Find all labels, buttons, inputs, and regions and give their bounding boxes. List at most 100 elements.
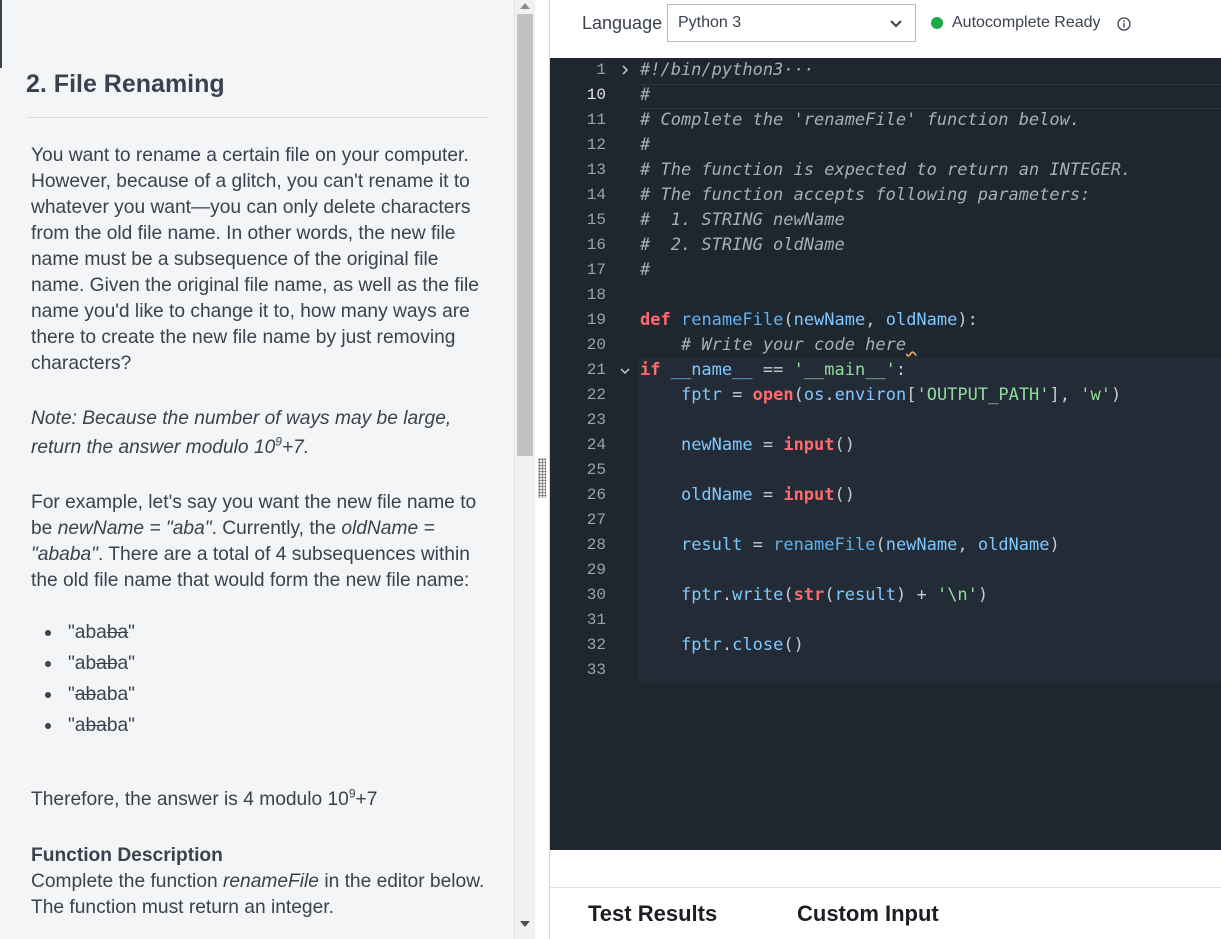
subsequence-removed: ba (106, 622, 129, 643)
code-line: # Complete the 'renameFile' function bel… (640, 110, 1081, 130)
line-number: 28 (586, 536, 606, 554)
line-number: 20 (586, 336, 606, 354)
code-line: # The function accepts following paramet… (640, 185, 1091, 205)
keyword: if (640, 360, 661, 380)
punct: ): (957, 310, 978, 330)
chevron-down-icon (890, 20, 902, 28)
identifier: fptr (680, 385, 722, 405)
code-line: # 1. STRING newName (640, 210, 845, 230)
punct: ( (793, 385, 804, 405)
line-number: 13 (586, 161, 606, 179)
punct: ( (875, 535, 886, 555)
folded-ellipsis[interactable]: ··· (783, 60, 814, 80)
code-comment: #!/bin/python3 (640, 60, 784, 80)
fd-text: Complete the function (31, 871, 223, 892)
answer-exponent: 9 (348, 786, 356, 801)
punct: ) (977, 585, 989, 605)
line-number: 25 (586, 461, 606, 479)
identifier: newName (885, 535, 958, 555)
string: 'w' (1080, 385, 1111, 405)
line-number: 31 (586, 611, 606, 629)
line-number: 33 (586, 661, 606, 679)
intro-paragraph: You want to rename a certain file on you… (31, 145, 479, 374)
info-icon[interactable] (1117, 17, 1131, 31)
param: newName (793, 310, 866, 330)
punct: , (865, 310, 886, 330)
fold-expand-icon[interactable] (620, 65, 630, 75)
identifier: newName (680, 435, 753, 455)
operator: = (752, 435, 784, 455)
punct: ( (783, 585, 794, 605)
function-description-text: Complete the function renameFile in the … (31, 869, 491, 921)
drag-handle-icon[interactable] (538, 458, 546, 498)
code-line: # (640, 85, 651, 105)
function-description-heading: Function Description (31, 845, 223, 866)
subsequence-kept: "aba (68, 622, 107, 643)
code-editor[interactable]: 1 10 11 12 13 14 15 16 17 18 19 20 21 22… (550, 58, 1221, 850)
identifier: result (680, 535, 743, 555)
list-item: "ababa" (31, 710, 491, 741)
subsequence-kept: " (68, 684, 75, 705)
identifier: write (732, 585, 784, 605)
identifier: environ (834, 385, 907, 405)
line-number: 21 (586, 361, 606, 379)
problem-title: 2. File Renaming (26, 70, 225, 98)
punct: () (783, 635, 804, 655)
line-number: 15 (586, 211, 606, 229)
note-exponent: 9 (275, 434, 282, 449)
editor-footer-space (550, 850, 1221, 887)
list-item: "ababa" (31, 648, 491, 679)
operator: + (906, 585, 937, 605)
line-number: 29 (586, 561, 606, 579)
string: '__main__' (793, 360, 896, 380)
function-name: renameFile (680, 310, 784, 330)
example-newname: newName = "aba" (57, 518, 212, 539)
identifier: result (834, 585, 896, 605)
string: 'OUTPUT_PATH' (916, 385, 1050, 405)
code-line: if __name__ == '__main__': (640, 358, 906, 383)
title-divider (26, 117, 489, 118)
line-number: 16 (586, 236, 606, 254)
code-line: fptr.write(str(result) + '\n') (640, 583, 988, 608)
tabs-divider (550, 887, 1221, 888)
string: '\n' (936, 585, 978, 605)
tab-test-results[interactable]: Test Results (588, 901, 717, 927)
keyword: def (640, 310, 671, 330)
code-line: result = renameFile(newName, oldName) (640, 533, 1060, 558)
scrollbar-thumb[interactable] (517, 14, 533, 456)
problem-statement: You want to rename a certain file on you… (31, 143, 491, 921)
code-line: fptr = open(os.environ['OUTPUT_PATH'], '… (640, 383, 1121, 408)
code-line: # (640, 260, 651, 280)
punct: ( (824, 585, 835, 605)
punct: , (957, 535, 978, 555)
code-line: #!/bin/python3··· (640, 58, 814, 83)
subsequence-removed: ab (74, 684, 97, 705)
punct: : (895, 360, 907, 380)
scroll-down-arrow-icon[interactable] (520, 921, 530, 927)
punct: () (834, 485, 855, 505)
code-line: fptr.close() (640, 633, 804, 658)
problem-scrollbar[interactable] (514, 0, 536, 939)
subsequence-removed: ba (85, 715, 107, 736)
punct: ( (783, 310, 794, 330)
operator: = (721, 385, 753, 405)
code-line: # 2. STRING oldName (640, 235, 845, 255)
line-number: 18 (586, 286, 606, 304)
scroll-up-arrow-icon[interactable] (520, 3, 530, 9)
tab-custom-input[interactable]: Custom Input (797, 901, 939, 927)
language-select[interactable]: Python 3 (667, 4, 916, 42)
language-value: Python 3 (678, 14, 742, 31)
list-item: "ababa" (31, 679, 491, 710)
line-number: 23 (586, 411, 606, 429)
lint-squiggle (906, 335, 916, 355)
code-comment: # Write your code here (640, 335, 907, 355)
code-line: # Write your code here (640, 333, 916, 358)
line-number: 26 (586, 486, 606, 504)
punct: [ (906, 385, 917, 405)
code-line: oldName = input() (640, 483, 855, 508)
answer-paragraph: Therefore, the answer is 4 modulo 109+7 (31, 787, 491, 813)
fold-collapse-icon[interactable] (620, 366, 630, 376)
current-line-highlight (639, 84, 1221, 109)
example-paragraph: For example, let's say you want the new … (31, 490, 491, 594)
operator: = (742, 535, 774, 555)
